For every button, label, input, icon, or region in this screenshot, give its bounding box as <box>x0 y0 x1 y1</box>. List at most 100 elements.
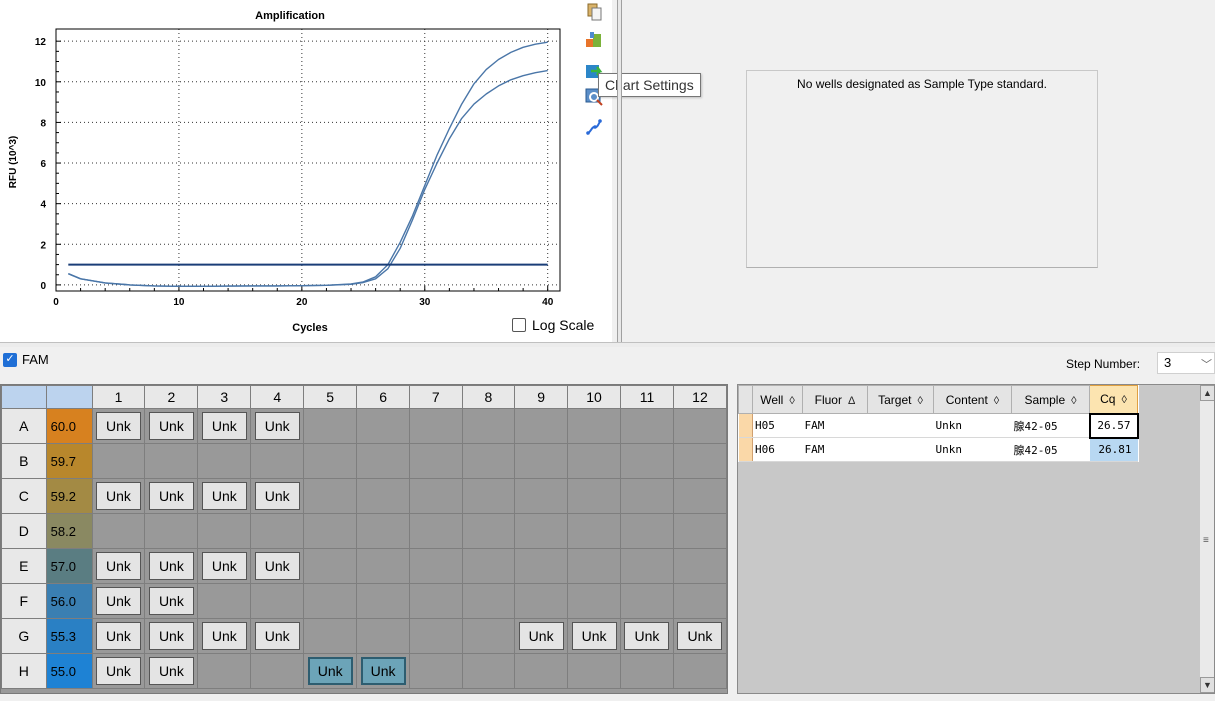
cell-sample[interactable]: 腺42-05 <box>1011 437 1090 462</box>
plate-well[interactable]: Unk <box>144 408 199 444</box>
plate-well[interactable] <box>672 513 728 549</box>
scroll-up-arrow-icon[interactable]: ▲ <box>1200 385 1214 401</box>
plate-well[interactable]: Unk <box>197 548 252 584</box>
plate-well[interactable] <box>303 478 358 514</box>
plate-well[interactable] <box>356 478 411 514</box>
plate-well[interactable] <box>620 478 674 514</box>
plate-well[interactable] <box>514 408 569 444</box>
plate-well[interactable]: Unk <box>620 618 674 654</box>
plate-well[interactable] <box>567 443 622 479</box>
table-row[interactable]: H06 FAM Unkn 腺42-05 26.81 <box>738 437 1138 462</box>
well-content-button[interactable]: Unk <box>148 412 194 440</box>
cell-well[interactable]: H06 <box>752 437 803 462</box>
column-header[interactable]: 1 <box>91 385 146 409</box>
plate-well[interactable] <box>250 653 305 689</box>
well-content-button[interactable]: Unk <box>254 482 300 510</box>
well-content-button[interactable]: Unk <box>95 622 141 650</box>
plate-well[interactable] <box>91 443 146 479</box>
plate-well[interactable] <box>144 513 199 549</box>
plate-well[interactable] <box>250 583 305 619</box>
row-gutter[interactable] <box>738 413 753 438</box>
copy-icon[interactable] <box>584 2 604 22</box>
plate-well[interactable] <box>303 408 358 444</box>
cell-cq[interactable]: 26.81 <box>1089 437 1138 462</box>
sort-icon[interactable]: ◊ <box>1121 394 1126 406</box>
plate-well[interactable] <box>514 583 569 619</box>
plate-well[interactable]: Unk <box>303 653 358 689</box>
plate-well[interactable] <box>567 548 622 584</box>
plate-well[interactable]: Unk <box>197 408 252 444</box>
plate-well[interactable] <box>620 513 674 549</box>
column-header[interactable]: 10 <box>567 385 622 409</box>
plate-well[interactable] <box>461 583 516 619</box>
plate-well[interactable] <box>620 408 674 444</box>
column-header-content[interactable]: Content ◊ <box>933 385 1012 414</box>
log-scale-box[interactable] <box>512 318 526 332</box>
column-header[interactable]: 8 <box>461 385 516 409</box>
plate-well[interactable] <box>356 548 411 584</box>
plate-well[interactable]: Unk <box>250 478 305 514</box>
plate-well[interactable]: Unk <box>91 653 146 689</box>
plate-well[interactable]: Unk <box>91 618 146 654</box>
cell-well[interactable]: H05 <box>752 413 803 438</box>
plate-well[interactable] <box>620 653 674 689</box>
sort-icon[interactable]: ◊ <box>1071 395 1076 407</box>
plate-well[interactable] <box>461 618 516 654</box>
plate-well[interactable] <box>303 548 358 584</box>
column-header[interactable]: 2 <box>144 385 199 409</box>
well-content-button[interactable]: Unk <box>201 622 247 650</box>
results-vertical-scrollbar[interactable]: ▲ ≡ ▼ <box>1199 385 1214 693</box>
well-content-button[interactable]: Unk <box>95 552 141 580</box>
row-header[interactable]: C <box>1 478 47 514</box>
row-header[interactable]: E <box>1 548 47 584</box>
plate-well[interactable] <box>672 548 728 584</box>
plate-well[interactable] <box>197 583 252 619</box>
plate-well[interactable] <box>461 408 516 444</box>
plate-well[interactable] <box>303 583 358 619</box>
plate-well[interactable] <box>461 443 516 479</box>
plate-well[interactable] <box>567 513 622 549</box>
plate-well[interactable] <box>250 443 305 479</box>
plate-well[interactable] <box>144 443 199 479</box>
plate-well[interactable] <box>461 478 516 514</box>
well-content-button[interactable]: Unk <box>95 412 141 440</box>
plate-well[interactable]: Unk <box>250 408 305 444</box>
row-header[interactable]: H <box>1 653 47 689</box>
curve-icon[interactable] <box>584 117 604 137</box>
plate-corner-cell[interactable] <box>1 385 47 409</box>
cell-target[interactable] <box>867 437 934 462</box>
column-header-fluor[interactable]: Fluor Δ <box>802 385 868 414</box>
plate-well[interactable] <box>567 408 622 444</box>
log-scale-checkbox[interactable]: Log Scale <box>512 317 594 333</box>
plate-well[interactable]: Unk <box>567 618 622 654</box>
plate-well[interactable] <box>461 548 516 584</box>
well-content-button[interactable]: Unk <box>148 622 194 650</box>
row-header[interactable]: D <box>1 513 47 549</box>
well-content-button[interactable]: Unk <box>360 657 406 685</box>
well-content-button[interactable]: Unk <box>254 412 300 440</box>
export-icon[interactable] <box>584 30 604 50</box>
well-content-button[interactable]: Unk <box>148 587 194 615</box>
plate-well[interactable]: Unk <box>197 618 252 654</box>
plate-well[interactable] <box>409 408 463 444</box>
column-header[interactable]: 5 <box>303 385 358 409</box>
row-header[interactable]: F <box>1 583 47 619</box>
plate-well[interactable] <box>514 513 569 549</box>
well-content-button[interactable]: Unk <box>254 622 300 650</box>
cell-fluor[interactable]: FAM <box>802 413 868 438</box>
column-header[interactable]: 4 <box>250 385 305 409</box>
plate-well[interactable] <box>303 513 358 549</box>
plate-well[interactable] <box>356 408 411 444</box>
well-content-button[interactable]: Unk <box>677 622 723 650</box>
plate-well[interactable] <box>356 618 411 654</box>
plate-well[interactable] <box>620 583 674 619</box>
cell-content[interactable]: Unkn <box>933 413 1012 438</box>
plate-well[interactable] <box>514 548 569 584</box>
plate-well[interactable] <box>567 478 622 514</box>
column-header[interactable]: 3 <box>197 385 252 409</box>
plate-well[interactable] <box>409 513 463 549</box>
well-content-button[interactable]: Unk <box>307 657 353 685</box>
cell-content[interactable]: Unkn <box>933 437 1012 462</box>
well-content-button[interactable]: Unk <box>518 622 564 650</box>
plate-well[interactable]: Unk <box>250 548 305 584</box>
